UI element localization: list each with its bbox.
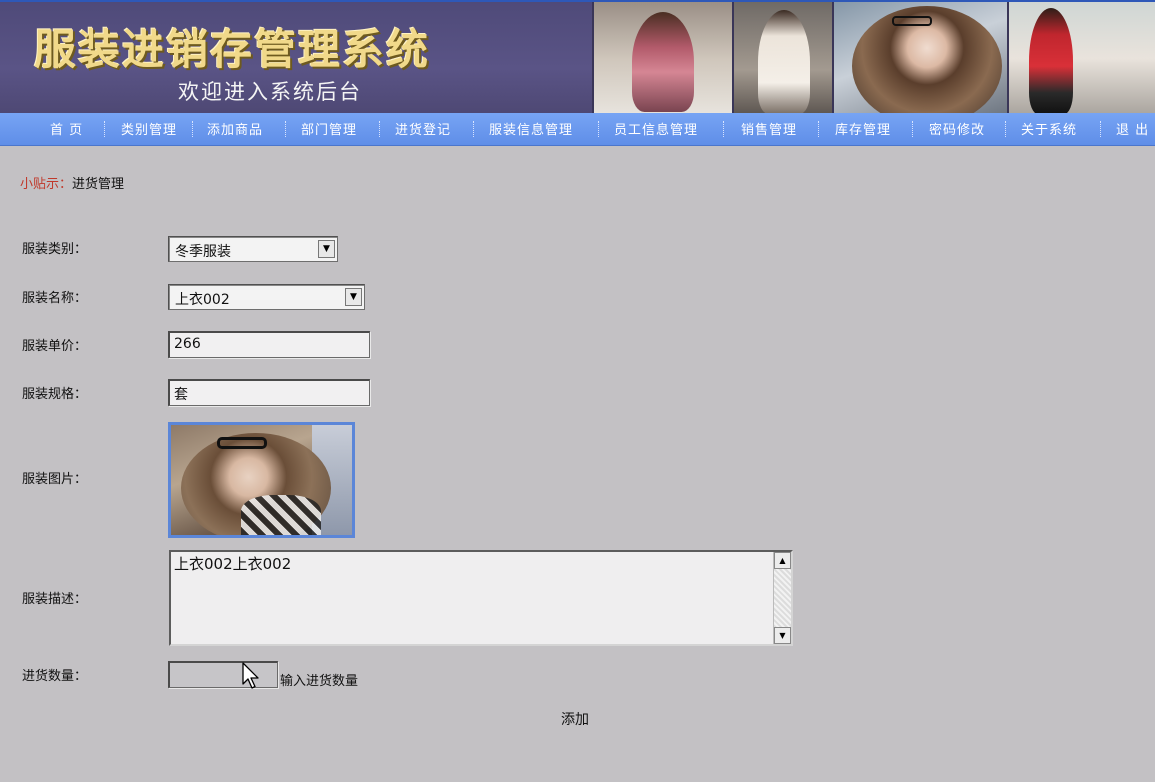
- scroll-up-icon[interactable]: ▲: [774, 552, 791, 569]
- banner-photo: [592, 2, 732, 113]
- spec-field[interactable]: 套: [168, 379, 370, 406]
- nav-separator: [1005, 121, 1006, 137]
- nav-separator: [818, 121, 819, 137]
- header-banner: 服装进销存管理系统 欢迎进入系统后台: [0, 0, 1155, 113]
- description-scrollbar[interactable]: ▲ ▼: [773, 552, 791, 644]
- nav-separator: [104, 121, 105, 137]
- scroll-down-icon[interactable]: ▼: [774, 627, 791, 644]
- banner-photo: [1007, 2, 1155, 113]
- banner-photos: [592, 2, 1155, 113]
- quantity-hint: 输入进货数量: [280, 674, 359, 689]
- breadcrumb: 小贴示：进货管理: [20, 173, 124, 192]
- main-nav: 首 页 类别管理 添加商品 部门管理 进货登记 服装信息管理 员工信息管理 销售…: [0, 113, 1155, 146]
- tip-text: 进货管理: [72, 177, 125, 192]
- name-select[interactable]: 上衣002 ▼: [168, 284, 365, 310]
- description-label: 服装描述：: [22, 592, 88, 607]
- tip-label: 小贴示：: [20, 177, 73, 192]
- nav-item-staff-info[interactable]: 员工信息管理: [614, 119, 698, 138]
- nav-item-sales[interactable]: 销售管理: [741, 119, 797, 138]
- nav-separator: [285, 121, 286, 137]
- nav-item-add-product[interactable]: 添加商品: [207, 119, 263, 138]
- nav-item-department[interactable]: 部门管理: [301, 119, 357, 138]
- category-select[interactable]: 冬季服装 ▼: [168, 236, 338, 262]
- nav-item-inventory[interactable]: 库存管理: [835, 119, 891, 138]
- name-select-value: 上衣002: [175, 292, 230, 308]
- banner-photo: [832, 2, 1007, 113]
- product-image: [168, 422, 355, 538]
- image-label: 服装图片：: [22, 472, 88, 487]
- chevron-down-icon[interactable]: ▼: [318, 240, 335, 258]
- nav-separator: [192, 121, 193, 137]
- nav-item-home[interactable]: 首 页: [50, 119, 83, 138]
- spec-label: 服装规格：: [22, 387, 88, 402]
- add-button[interactable]: 添加: [561, 709, 589, 729]
- chevron-down-icon[interactable]: ▼: [345, 288, 362, 306]
- app-title: 服装进销存管理系统: [34, 25, 431, 74]
- app-subtitle: 欢迎进入系统后台: [178, 80, 362, 104]
- nav-item-clothing-info[interactable]: 服装信息管理: [489, 119, 573, 138]
- price-field[interactable]: 266: [168, 331, 370, 358]
- name-label: 服装名称：: [22, 291, 88, 306]
- nav-item-about[interactable]: 关于系统: [1021, 119, 1077, 138]
- quantity-label: 进货数量：: [22, 669, 88, 684]
- nav-item-password[interactable]: 密码修改: [929, 119, 985, 138]
- nav-separator: [473, 121, 474, 137]
- banner-photo: [732, 2, 832, 113]
- description-textarea[interactable]: 上衣002上衣002 ▲ ▼: [169, 550, 793, 646]
- nav-separator: [912, 121, 913, 137]
- nav-separator: [598, 121, 599, 137]
- description-text: 上衣002上衣002: [174, 555, 292, 573]
- category-label: 服装类别：: [22, 242, 88, 257]
- nav-separator: [1100, 121, 1101, 137]
- nav-separator: [723, 121, 724, 137]
- quantity-field[interactable]: [168, 661, 278, 688]
- nav-separator: [379, 121, 380, 137]
- category-select-value: 冬季服装: [175, 244, 231, 260]
- nav-item-purchase[interactable]: 进货登记: [395, 119, 451, 138]
- price-label: 服装单价：: [22, 339, 88, 354]
- nav-item-category[interactable]: 类别管理: [121, 119, 177, 138]
- mouse-cursor-icon: [242, 662, 259, 689]
- nav-item-logout[interactable]: 退 出: [1116, 119, 1149, 138]
